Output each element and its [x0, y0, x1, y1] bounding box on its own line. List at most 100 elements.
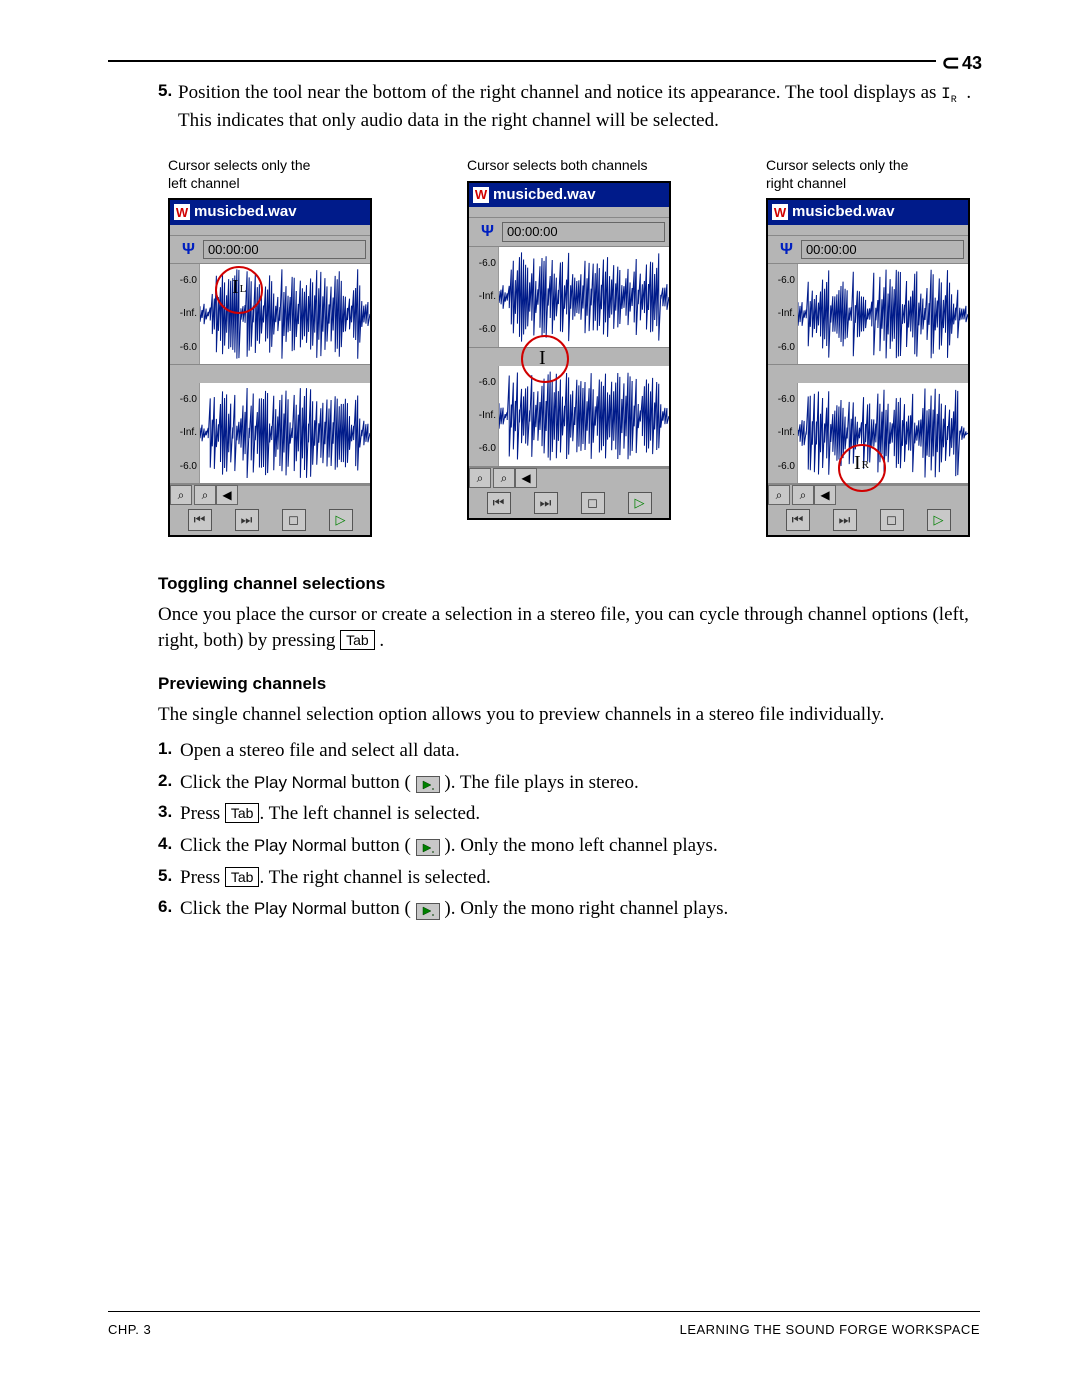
scale-label: -6.0: [180, 274, 197, 288]
scale-label: -6.0: [778, 393, 795, 407]
figure-column: Cursor selects only theleft channelWmusi…: [168, 157, 372, 537]
app-icon: W: [772, 204, 788, 220]
scale-label: -6.0: [778, 341, 795, 355]
timecode: 00:00:00: [801, 240, 964, 260]
scroll-left-button[interactable]: ◀: [515, 468, 537, 488]
step-5: 5. Position the tool near the bottom of …: [158, 80, 980, 133]
channel-gap: [469, 348, 669, 366]
scale: -6.0-Inf.-6.0: [170, 383, 200, 483]
scroll-left-button[interactable]: ◀: [216, 485, 238, 505]
steps-list: 1.Open a stereo file and select all data…: [158, 738, 980, 922]
step-number: 5.: [158, 80, 178, 133]
stop-button[interactable]: ◻: [880, 509, 904, 531]
play-normal-icon: [416, 776, 440, 793]
channel-gap: [768, 365, 968, 383]
step5-text-a: Position the tool near the bottom of the…: [178, 82, 941, 103]
step-body: Open a stereo file and select all data.: [180, 738, 460, 764]
scale: -6.0-Inf.-6.0: [768, 264, 798, 364]
play-normal-icon: [416, 839, 440, 856]
zoom-button[interactable]: ⌕: [493, 468, 515, 488]
step-body: Click the Play Normal button ( ). The fi…: [180, 770, 639, 796]
go-end-button[interactable]: ⏭: [534, 492, 558, 514]
figure-caption: Cursor selects only theright channel: [766, 157, 970, 192]
menubar: [170, 225, 370, 236]
stop-button[interactable]: ◻: [282, 509, 306, 531]
play-button[interactable]: ▷: [329, 509, 353, 531]
channel-gap: [170, 365, 370, 383]
zoom-row: ⌕⌕◀: [768, 484, 968, 505]
ui-label: Play Normal: [254, 773, 347, 792]
app-icon: W: [174, 204, 190, 220]
transport-bar: ⏮ ⏭ ◻ ▷: [469, 488, 669, 518]
tool-icon: Ψ: [182, 239, 195, 261]
top-rule: ⊂ 43: [108, 60, 980, 62]
scale: -6.0 -Inf. -6.0: [170, 264, 200, 364]
scale-label: -6.0: [180, 393, 197, 407]
scale-label: -6.0: [778, 460, 795, 474]
preview-heading: Previewing channels: [158, 673, 980, 696]
cursor-ibeam-icon: IL: [232, 274, 246, 301]
waveform-area: -6.0-Inf.-6.0-6.0-Inf.-6.0IL: [170, 264, 370, 484]
step-number: 3.: [158, 801, 180, 827]
go-start-button[interactable]: ⏮: [487, 492, 511, 514]
scroll-left-button[interactable]: ◀: [814, 485, 836, 505]
content: 5. Position the tool near the bottom of …: [158, 80, 980, 922]
keycap: Tab: [225, 803, 260, 823]
list-item: 4.Click the Play Normal button ( ). Only…: [158, 833, 980, 859]
figure-column: Cursor selects both channelsWmusicbed.wa…: [467, 157, 671, 537]
scale-label: -6.0: [778, 274, 795, 288]
wave-canvas: [798, 383, 968, 483]
zoom-button[interactable]: ⌕: [194, 485, 216, 505]
go-end-button[interactable]: ⏭: [833, 509, 857, 531]
footer-left: CHP. 3: [108, 1322, 151, 1337]
cursor-ibeam-icon: I: [539, 345, 546, 372]
scale-label: -6.0: [180, 341, 197, 355]
step-number: 6.: [158, 896, 180, 922]
audio-window: Wmusicbed.wavΨ00:00:00-6.0-Inf.-6.0-6.0-…: [168, 198, 372, 537]
c-mark-icon: ⊂: [942, 50, 960, 76]
footer-row: CHP. 3 LEARNING THE SOUND FORGE WORKSPAC…: [108, 1322, 980, 1337]
titlebar: Wmusicbed.wav: [768, 200, 968, 224]
play-button[interactable]: ▷: [628, 492, 652, 514]
app-icon: W: [473, 187, 489, 203]
page: ⊂ 43 5. Position the tool near the botto…: [0, 0, 1080, 1397]
scale-label: -6.0: [479, 323, 496, 337]
stop-button[interactable]: ◻: [581, 492, 605, 514]
wave-canvas: [499, 247, 669, 347]
zoom-button[interactable]: ⌕: [170, 485, 192, 505]
go-end-button[interactable]: ⏭: [235, 509, 259, 531]
go-start-button[interactable]: ⏮: [188, 509, 212, 531]
zoom-button[interactable]: ⌕: [768, 485, 790, 505]
list-item: 3.Press Tab. The left channel is selecte…: [158, 801, 980, 827]
keycap: Tab: [225, 867, 260, 887]
wave-canvas: [499, 366, 669, 466]
play-button[interactable]: ▷: [927, 509, 951, 531]
scale-label: -Inf.: [778, 426, 795, 440]
menubar: [768, 225, 968, 236]
page-number-wrap: ⊂ 43: [936, 50, 982, 76]
tool-icon: Ψ: [481, 221, 494, 243]
footer: CHP. 3 LEARNING THE SOUND FORGE WORKSPAC…: [108, 1311, 980, 1337]
list-item: 1.Open a stereo file and select all data…: [158, 738, 980, 764]
list-item: 2.Click the Play Normal button ( ). The …: [158, 770, 980, 796]
step-number: 1.: [158, 738, 180, 764]
step-body: Position the tool near the bottom of the…: [178, 80, 980, 133]
scale-label: -Inf.: [180, 307, 197, 321]
step-number: 4.: [158, 833, 180, 859]
wave-canvas: [200, 383, 370, 483]
zoom-row: ⌕⌕◀: [170, 484, 370, 505]
scale: -6.0-Inf.-6.0: [469, 247, 499, 347]
list-item: 5.Press Tab. The right channel is select…: [158, 865, 980, 891]
toggling-text-b: .: [379, 630, 384, 651]
toggling-text-a: Once you place the cursor or create a se…: [158, 604, 969, 651]
step-body: Press Tab. The right channel is selected…: [180, 865, 491, 891]
toggling-heading: Toggling channel selections: [158, 573, 980, 596]
zoom-button[interactable]: ⌕: [792, 485, 814, 505]
ui-label: Play Normal: [254, 899, 347, 918]
go-start-button[interactable]: ⏮: [786, 509, 810, 531]
wave-canvas: [200, 264, 370, 364]
zoom-button[interactable]: ⌕: [469, 468, 491, 488]
footer-rule: [108, 1311, 980, 1312]
waveform-channel: -6.0-Inf.-6.0: [469, 366, 669, 467]
wave-canvas: [798, 264, 968, 364]
